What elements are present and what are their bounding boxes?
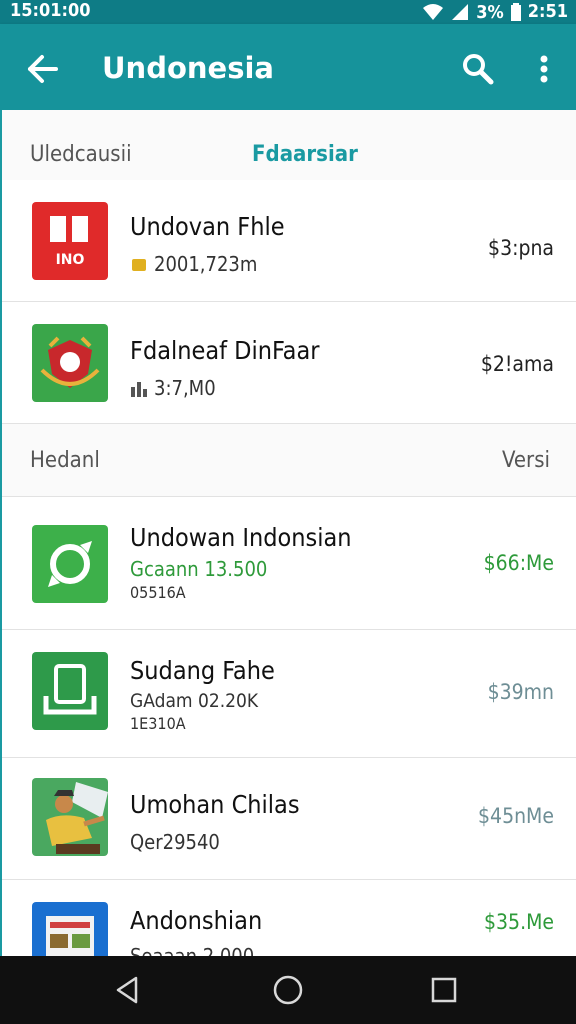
item-name: Andonshian	[130, 906, 263, 935]
item-sub: 05516A	[130, 583, 186, 602]
item-price: $3:pna	[488, 236, 554, 260]
item-meta-text: GAdam 02.20K	[130, 690, 259, 712]
item-price: $35.Me	[484, 910, 554, 934]
dancer-illustration-icon	[32, 778, 108, 856]
item-price: $45nMe	[478, 804, 554, 828]
list-item[interactable]: Fdalneaf DinFaar 3:7,M0 $2!ama	[2, 302, 576, 424]
item-name: Undowan Indonsian	[130, 523, 352, 552]
navigation-bar	[0, 956, 576, 1024]
list-item[interactable]: Undowan Indonsian Gcaann 13.500 05516A $…	[2, 496, 576, 630]
refresh-circle-icon	[32, 525, 108, 603]
thumb-label: INO	[56, 252, 85, 268]
chart-icon	[131, 382, 147, 397]
item-name: Fdalneaf DinFaar	[130, 336, 320, 365]
app-bar: Undonesia	[0, 24, 576, 110]
list-item[interactable]: Umohan Chilas Qer29540 $45nMe	[2, 758, 576, 880]
coin-icon	[132, 259, 146, 271]
item-name: Umohan Chilas	[130, 790, 300, 819]
status-bar: 15:01:00 3% 2:51	[0, 0, 576, 24]
list-item[interactable]: Andonshian Seaaan 2.000 $35.Me	[2, 880, 576, 956]
home-circle-icon[interactable]	[270, 972, 306, 1008]
item-meta: 3:7,M0	[130, 376, 216, 400]
book-cover-icon	[32, 902, 108, 956]
item-price: $39mn	[487, 680, 554, 704]
back-arrow-icon[interactable]	[22, 49, 62, 89]
document-tray-icon	[32, 652, 108, 730]
page-title: Undonesia	[102, 51, 274, 85]
item-meta-text: Qer29540	[130, 830, 220, 854]
section-2-label: Hedanl	[30, 448, 100, 473]
back-triangle-icon[interactable]	[110, 972, 146, 1008]
battery-icon	[510, 3, 521, 21]
item-sub: 1E310A	[130, 714, 186, 733]
signal-icon	[452, 4, 469, 20]
item-meta: Seaaan 2.000	[130, 944, 254, 956]
item-meta-text: Gcaann 13.500	[130, 557, 268, 581]
item-meta-text: 3:7,M0	[154, 376, 216, 400]
section-1-label: Uledcausii	[30, 142, 132, 167]
status-time-right: 2:51	[527, 1, 568, 22]
list-item[interactable]: INO Undovan Fhle 2001,723m $3:pna	[2, 180, 576, 302]
list-item[interactable]: Sudang Fahe GAdam 02.20K 1E310A $39mn	[2, 630, 576, 758]
section-header-2: Hedanl Versi	[2, 426, 576, 496]
content-list[interactable]: Uledcausii Fdaarsiar INO Undovan Fhle 20…	[0, 110, 576, 956]
item-meta-text: Seaaan 2.000	[130, 944, 255, 956]
more-vert-icon[interactable]	[528, 49, 560, 89]
item-meta: GAdam 02.20K	[130, 690, 258, 712]
flag-logo-icon: INO	[32, 202, 108, 280]
item-name: Undovan Fhle	[130, 212, 285, 241]
status-time-left: 15:01:00	[10, 0, 91, 21]
wifi-icon	[423, 4, 444, 20]
status-right: 3% 2:51	[422, 0, 568, 24]
item-name: Sudang Fahe	[130, 656, 275, 685]
battery-percent: 3%	[476, 1, 504, 23]
search-icon[interactable]	[458, 49, 498, 89]
item-price: $66:Me	[483, 551, 554, 575]
recents-square-icon[interactable]	[426, 972, 462, 1008]
garuda-emblem-icon	[32, 324, 108, 402]
item-meta: Qer29540	[130, 830, 220, 854]
item-meta-text: 2001,723m	[154, 252, 258, 276]
item-price: $2!ama	[480, 352, 554, 376]
item-meta: Gcaann 13.500	[130, 557, 267, 581]
item-meta: 2001,723m	[130, 252, 257, 276]
section-1-tab[interactable]: Fdaarsiar	[252, 142, 358, 167]
section-2-right-label: Versi	[502, 448, 550, 473]
